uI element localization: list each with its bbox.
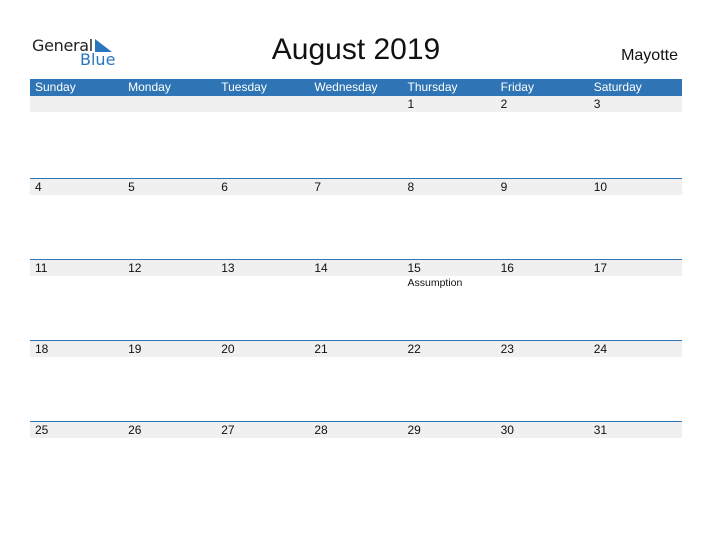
day-cell: 22 — [403, 341, 496, 411]
day-cell: 11 — [30, 260, 123, 330]
day-cell: 2 — [496, 96, 589, 166]
day-cell: 10 — [589, 179, 682, 249]
day-cell: 26 — [123, 422, 216, 492]
weekday-tuesday: Tuesday — [221, 80, 267, 94]
day-cell: 30 — [496, 422, 589, 492]
day-number: 17 — [593, 261, 608, 275]
weekday-friday: Friday — [500, 80, 534, 94]
day-cell: 13 — [216, 260, 309, 330]
day-cell: 1 — [403, 96, 496, 166]
day-number: 27 — [221, 423, 235, 437]
day-cell: 9 — [496, 179, 589, 249]
day-cell: 6 — [216, 179, 309, 249]
day-cell: 3 — [589, 96, 682, 166]
day-number: 11 — [35, 261, 48, 275]
day-number: 21 — [314, 342, 328, 356]
day-cell — [309, 96, 402, 166]
day-cell: 24 — [589, 341, 682, 411]
weekday-saturday: Saturday — [593, 80, 642, 94]
day-cell: 21 — [309, 341, 402, 411]
week-cells: 1 2 3 — [30, 96, 682, 166]
day-cell: 8 — [403, 179, 496, 249]
week-cells: 25 26 27 28 29 30 31 — [30, 422, 682, 492]
day-number: 23 — [500, 342, 514, 356]
day-number: 30 — [500, 423, 514, 437]
day-cell: 27 — [216, 422, 309, 492]
day-cell: 25 — [30, 422, 123, 492]
day-cell: 23 — [496, 341, 589, 411]
day-number: 9 — [500, 180, 508, 194]
week-cells: 18 19 20 21 22 23 24 — [30, 341, 682, 411]
day-number: 2 — [500, 97, 508, 111]
day-number: 8 — [407, 180, 415, 194]
day-number: 29 — [407, 423, 421, 437]
day-cell: 5 — [123, 179, 216, 249]
weekday-thursday: Thursday — [407, 80, 458, 94]
day-cell: 14 — [309, 260, 402, 330]
day-number: 13 — [221, 261, 235, 275]
day-number: 10 — [593, 180, 608, 194]
day-number: 19 — [128, 342, 142, 356]
weekday-sunday: Sunday — [35, 80, 76, 94]
day-cell: 31 — [589, 422, 682, 492]
weekday-wednesday: Wednesday — [314, 80, 378, 94]
week-row: 18 19 20 21 22 23 24 — [30, 340, 682, 420]
day-cell — [216, 96, 309, 166]
day-cell: 16 — [496, 260, 589, 330]
day-cell: 18 — [30, 341, 123, 411]
day-number: 15 — [407, 261, 421, 275]
day-cell: 4 — [30, 179, 123, 249]
day-number: 6 — [221, 180, 228, 194]
day-number: 26 — [128, 423, 142, 437]
day-cell: 29 — [403, 422, 496, 492]
week-row: 11 12 13 14 15 Assumption 16 17 — [30, 259, 682, 339]
weekday-monday: Monday — [128, 80, 171, 94]
day-cell: 19 — [123, 341, 216, 411]
day-cell: 17 — [589, 260, 682, 330]
day-number: 18 — [35, 342, 49, 356]
day-number: 7 — [314, 180, 322, 194]
week-cells: 4 5 6 7 8 9 10 — [30, 179, 682, 249]
day-number: 4 — [35, 180, 42, 194]
day-number: 31 — [593, 423, 608, 437]
holiday-event: Assumption — [407, 277, 463, 289]
day-cell: 28 — [309, 422, 402, 492]
day-number: 22 — [407, 342, 421, 356]
calendar-title: August 2019 — [271, 33, 441, 66]
day-number: 3 — [593, 97, 601, 111]
day-number: 5 — [128, 180, 135, 194]
week-row: 4 5 6 7 8 9 10 — [30, 178, 682, 258]
day-number: 25 — [35, 423, 49, 437]
week-row: 1 2 3 — [30, 95, 682, 175]
day-cell — [123, 96, 216, 166]
day-number: 12 — [128, 261, 142, 275]
day-number: 1 — [407, 97, 415, 111]
day-number: 28 — [314, 423, 328, 437]
day-cell — [30, 96, 123, 166]
week-row: 25 26 27 28 29 30 31 — [30, 421, 682, 501]
day-cell: 20 — [216, 341, 309, 411]
day-cell: 15 Assumption — [403, 260, 496, 330]
day-cell: 7 — [309, 179, 402, 249]
day-cell: 12 — [123, 260, 216, 330]
day-number: 24 — [593, 342, 608, 356]
day-number: 16 — [500, 261, 514, 275]
day-number: 20 — [221, 342, 235, 356]
weekday-header: Sunday Monday Tuesday Wednesday Thursday… — [30, 79, 682, 96]
week-cells: 11 12 13 14 15 Assumption 16 17 — [30, 260, 682, 330]
day-number: 14 — [314, 261, 328, 275]
country-label: Mayotte — [621, 47, 678, 64]
